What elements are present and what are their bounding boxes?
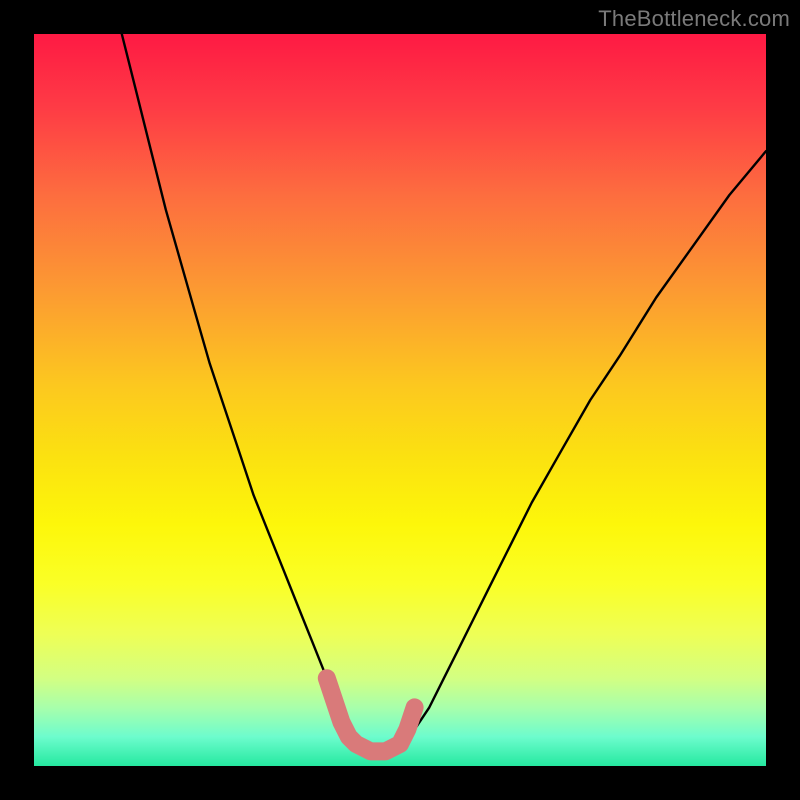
bottleneck-floor-marker (327, 678, 415, 751)
watermark-text: TheBottleneck.com (598, 6, 790, 32)
bottleneck-curve (122, 34, 766, 751)
chart-svg (34, 34, 766, 766)
chart-outer-frame: TheBottleneck.com (0, 0, 800, 800)
chart-plot-area (34, 34, 766, 766)
